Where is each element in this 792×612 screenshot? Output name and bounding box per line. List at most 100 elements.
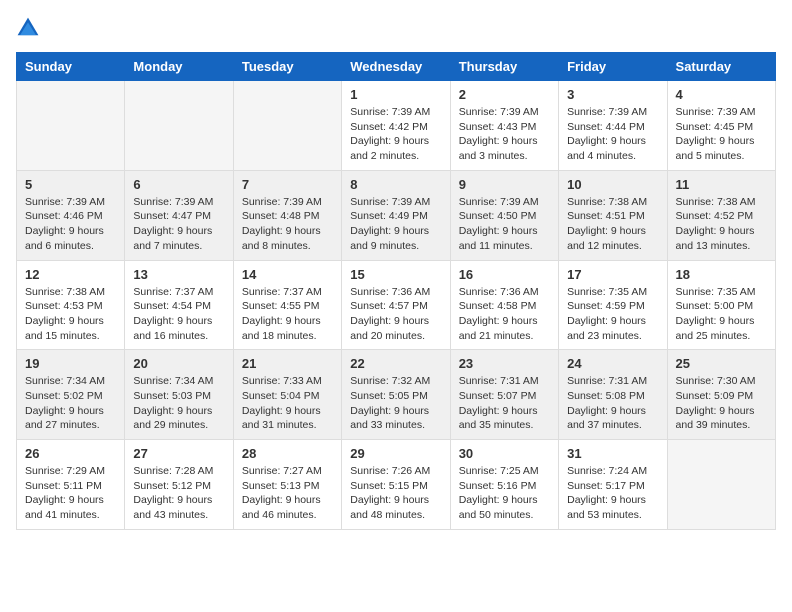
day-info: Sunrise: 7:36 AM Sunset: 4:58 PM Dayligh… (459, 285, 550, 344)
calendar-cell: 9 Sunrise: 7:39 AM Sunset: 4:50 PM Daylig… (450, 170, 558, 260)
day-info: Sunrise: 7:39 AM Sunset: 4:42 PM Dayligh… (350, 105, 441, 164)
day-number: 17 (567, 267, 658, 282)
day-info: Sunrise: 7:28 AM Sunset: 5:12 PM Dayligh… (133, 464, 224, 523)
day-number: 3 (567, 87, 658, 102)
calendar-cell: 18 Sunrise: 7:35 AM Sunset: 5:00 PM Dayli… (667, 260, 775, 350)
day-number: 22 (350, 356, 441, 371)
day-number: 25 (676, 356, 767, 371)
calendar-cell: 8Sunrise: 7:39 AM Sunset: 4:49 PM Daylig… (342, 170, 450, 260)
day-info: Sunrise: 7:29 AM Sunset: 5:11 PM Dayligh… (25, 464, 116, 523)
week-row-3: 12 Sunrise: 7:38 AM Sunset: 4:53 PM Dayli… (17, 260, 776, 350)
weekday-header-wednesday: Wednesday (342, 53, 450, 81)
day-info: Sunrise: 7:25 AM Sunset: 5:16 PM Dayligh… (459, 464, 550, 523)
calendar-cell: 2Sunrise: 7:39 AM Sunset: 4:43 PM Daylig… (450, 81, 558, 171)
calendar-cell: 1 Sunrise: 7:39 AM Sunset: 4:42 PM Daylig… (342, 81, 450, 171)
day-info: Sunrise: 7:38 AM Sunset: 4:53 PM Dayligh… (25, 285, 116, 344)
day-info: Sunrise: 7:34 AM Sunset: 5:02 PM Dayligh… (25, 374, 116, 433)
day-number: 10 (567, 177, 658, 192)
day-info: Sunrise: 7:38 AM Sunset: 4:52 PM Dayligh… (676, 195, 767, 254)
calendar-cell: 14 Sunrise: 7:37 AM Sunset: 4:55 PM Dayli… (233, 260, 341, 350)
day-info: Sunrise: 7:39 AM Sunset: 4:48 PM Dayligh… (242, 195, 333, 254)
day-info: Sunrise: 7:39 AM Sunset: 4:45 PM Dayligh… (676, 105, 767, 164)
weekday-header-monday: Monday (125, 53, 233, 81)
week-row-2: 5 Sunrise: 7:39 AM Sunset: 4:46 PM Daylig… (17, 170, 776, 260)
calendar-cell: 24 Sunrise: 7:31 AM Sunset: 5:08 PM Dayli… (559, 350, 667, 440)
calendar-cell (125, 81, 233, 171)
day-info: Sunrise: 7:39 AM Sunset: 4:47 PM Dayligh… (133, 195, 224, 254)
day-number: 4 (676, 87, 767, 102)
day-number: 18 (676, 267, 767, 282)
day-number: 2 (459, 87, 550, 102)
day-info: Sunrise: 7:27 AM Sunset: 5:13 PM Dayligh… (242, 464, 333, 523)
calendar-cell: 3 Sunrise: 7:39 AM Sunset: 4:44 PM Daylig… (559, 81, 667, 171)
day-info: Sunrise: 7:35 AM Sunset: 4:59 PM Dayligh… (567, 285, 658, 344)
day-number: 21 (242, 356, 333, 371)
day-number: 14 (242, 267, 333, 282)
day-info: Sunrise: 7:34 AM Sunset: 5:03 PM Dayligh… (133, 374, 224, 433)
day-number: 13 (133, 267, 224, 282)
calendar-cell: 19 Sunrise: 7:34 AM Sunset: 5:02 PM Dayli… (17, 350, 125, 440)
day-number: 16 (459, 267, 550, 282)
calendar-cell: 11 Sunrise: 7:38 AM Sunset: 4:52 PM Dayli… (667, 170, 775, 260)
calendar-cell (17, 81, 125, 171)
day-info: Sunrise: 7:32 AM Sunset: 5:05 PM Dayligh… (350, 374, 441, 433)
day-info: Sunrise: 7:24 AM Sunset: 5:17 PM Dayligh… (567, 464, 658, 523)
calendar-cell (667, 440, 775, 530)
day-info: Sunrise: 7:36 AM Sunset: 4:57 PM Dayligh… (350, 285, 441, 344)
day-info: Sunrise: 7:37 AM Sunset: 4:54 PM Dayligh… (133, 285, 224, 344)
weekday-header-tuesday: Tuesday (233, 53, 341, 81)
calendar-cell: 28 Sunrise: 7:27 AM Sunset: 5:13 PM Dayli… (233, 440, 341, 530)
day-info: Sunrise: 7:39 AM Sunset: 4:46 PM Dayligh… (25, 195, 116, 254)
weekday-header-saturday: Saturday (667, 53, 775, 81)
calendar-cell: 6 Sunrise: 7:39 AM Sunset: 4:47 PM Daylig… (125, 170, 233, 260)
day-number: 12 (25, 267, 116, 282)
day-number: 24 (567, 356, 658, 371)
calendar-cell: 26 Sunrise: 7:29 AM Sunset: 5:11 PM Dayli… (17, 440, 125, 530)
day-number: 19 (25, 356, 116, 371)
calendar-cell: 12 Sunrise: 7:38 AM Sunset: 4:53 PM Dayli… (17, 260, 125, 350)
day-number: 30 (459, 446, 550, 461)
day-number: 23 (459, 356, 550, 371)
day-info: Sunrise: 7:26 AM Sunset: 5:15 PM Dayligh… (350, 464, 441, 523)
day-info: Sunrise: 7:35 AM Sunset: 5:00 PM Dayligh… (676, 285, 767, 344)
calendar-cell: 7 Sunrise: 7:39 AM Sunset: 4:48 PM Daylig… (233, 170, 341, 260)
day-number: 20 (133, 356, 224, 371)
logo (16, 16, 44, 40)
page-header (16, 16, 776, 40)
day-number: 1 (350, 87, 441, 102)
calendar-cell: 27 Sunrise: 7:28 AM Sunset: 5:12 PM Dayli… (125, 440, 233, 530)
day-number: 28 (242, 446, 333, 461)
day-info: Sunrise: 7:39 AM Sunset: 4:44 PM Dayligh… (567, 105, 658, 164)
calendar-cell: 10 Sunrise: 7:38 AM Sunset: 4:51 PM Dayli… (559, 170, 667, 260)
calendar-cell: 21Sunrise: 7:33 AM Sunset: 5:04 PM Dayli… (233, 350, 341, 440)
calendar-cell: 5 Sunrise: 7:39 AM Sunset: 4:46 PM Daylig… (17, 170, 125, 260)
calendar-cell: 29Sunrise: 7:26 AM Sunset: 5:15 PM Dayli… (342, 440, 450, 530)
week-row-4: 19 Sunrise: 7:34 AM Sunset: 5:02 PM Dayli… (17, 350, 776, 440)
day-number: 11 (676, 177, 767, 192)
day-number: 26 (25, 446, 116, 461)
day-info: Sunrise: 7:38 AM Sunset: 4:51 PM Dayligh… (567, 195, 658, 254)
logo-icon (16, 16, 40, 40)
calendar-cell: 16 Sunrise: 7:36 AM Sunset: 4:58 PM Dayli… (450, 260, 558, 350)
day-number: 9 (459, 177, 550, 192)
day-info: Sunrise: 7:31 AM Sunset: 5:08 PM Dayligh… (567, 374, 658, 433)
calendar-cell: 17 Sunrise: 7:35 AM Sunset: 4:59 PM Dayli… (559, 260, 667, 350)
day-number: 7 (242, 177, 333, 192)
calendar-cell: 31 Sunrise: 7:24 AM Sunset: 5:17 PM Dayli… (559, 440, 667, 530)
day-info: Sunrise: 7:30 AM Sunset: 5:09 PM Dayligh… (676, 374, 767, 433)
day-number: 15 (350, 267, 441, 282)
day-info: Sunrise: 7:39 AM Sunset: 4:49 PM Dayligh… (350, 195, 441, 254)
day-number: 31 (567, 446, 658, 461)
day-number: 5 (25, 177, 116, 192)
calendar-cell (233, 81, 341, 171)
day-info: Sunrise: 7:39 AM Sunset: 4:50 PM Dayligh… (459, 195, 550, 254)
calendar-cell: 20 Sunrise: 7:34 AM Sunset: 5:03 PM Dayli… (125, 350, 233, 440)
weekday-header-row: SundayMondayTuesdayWednesdayThursdayFrid… (17, 53, 776, 81)
day-info: Sunrise: 7:37 AM Sunset: 4:55 PM Dayligh… (242, 285, 333, 344)
week-row-5: 26 Sunrise: 7:29 AM Sunset: 5:11 PM Dayli… (17, 440, 776, 530)
day-number: 27 (133, 446, 224, 461)
calendar-cell: 25 Sunrise: 7:30 AM Sunset: 5:09 PM Dayli… (667, 350, 775, 440)
day-number: 6 (133, 177, 224, 192)
day-info: Sunrise: 7:31 AM Sunset: 5:07 PM Dayligh… (459, 374, 550, 433)
week-row-1: 1 Sunrise: 7:39 AM Sunset: 4:42 PM Daylig… (17, 81, 776, 171)
